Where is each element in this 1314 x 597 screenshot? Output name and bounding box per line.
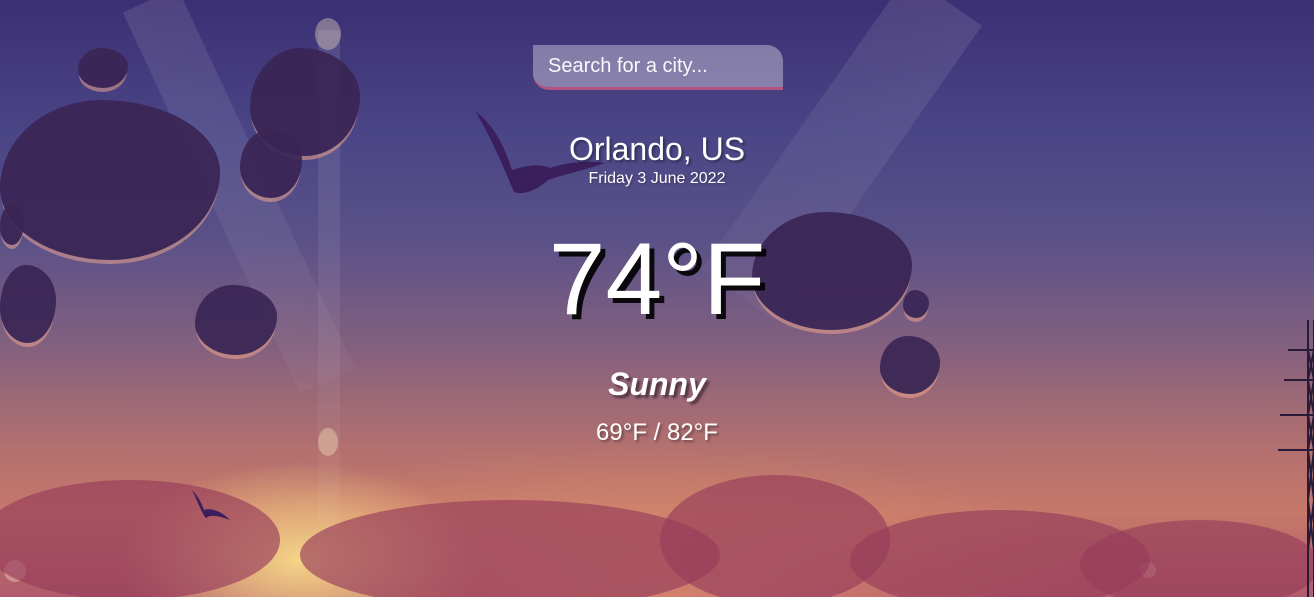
high-low-temperature: 69°F / 82°F — [596, 419, 718, 446]
power-tower-icon — [1278, 320, 1314, 597]
city-name: Orlando, US — [568, 131, 746, 167]
search-input[interactable] — [533, 45, 783, 90]
bird-icon — [192, 490, 230, 520]
current-temperature: 74°F — [548, 222, 766, 336]
location-block: Orlando, US Friday 3 June 2022 — [0, 130, 1314, 188]
current-date: Friday 3 June 2022 — [588, 170, 726, 187]
low-cloud — [300, 500, 720, 597]
weather-condition: Sunny — [608, 366, 706, 402]
search-box — [533, 45, 783, 90]
low-cloud — [0, 480, 280, 597]
low-cloud — [660, 475, 890, 597]
cloud — [78, 48, 128, 88]
light-orb — [315, 18, 341, 50]
